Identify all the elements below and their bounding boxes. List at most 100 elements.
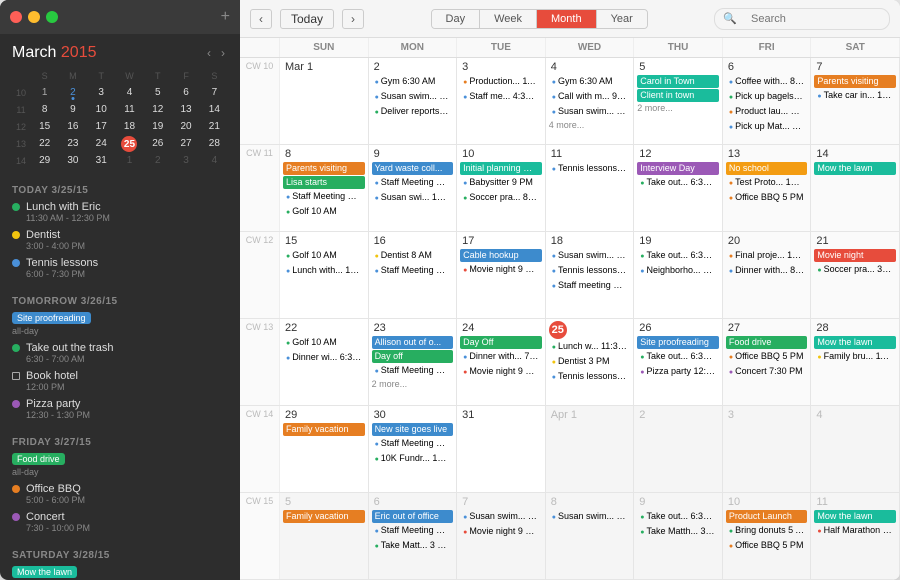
mini-day[interactable]: 31 xyxy=(88,153,115,169)
calendar-event[interactable]: Gym 6:30 AM xyxy=(372,75,454,89)
calendar-event[interactable]: Final proje... 12 PM xyxy=(726,249,808,263)
calendar-event[interactable]: Carol in Town xyxy=(637,75,719,88)
calendar-day[interactable]: 4Gym 6:30 AMCall with m... 9 AMSusan swi… xyxy=(546,58,635,144)
calendar-day[interactable]: 10Product LaunchBring donuts 5 AMOffice … xyxy=(723,493,812,579)
calendar-event[interactable]: Lunch w... 11:30 AM xyxy=(549,340,631,354)
calendar-event[interactable]: Movie night 9 PM xyxy=(460,263,542,277)
list-item[interactable]: Concert 7:30 - 10:00 PM xyxy=(12,510,228,534)
mini-day[interactable]: 21 xyxy=(201,119,228,135)
calendar-day[interactable]: 12Interview DayTake out... 6:30 AM xyxy=(634,145,723,231)
mini-prev-button[interactable]: ‹ xyxy=(204,46,214,60)
calendar-day[interactable]: 10Initial planning meetingBabysitter 9 P… xyxy=(457,145,546,231)
calendar-event[interactable]: Pick up Mat... 8 AM xyxy=(726,120,808,134)
calendar-event[interactable]: Coffee with... 8 AM xyxy=(726,75,808,89)
mini-day[interactable]: 7 xyxy=(201,85,228,101)
calendar-event[interactable]: Gym 6:30 AM xyxy=(549,75,631,89)
list-item[interactable]: Tennis lessons 6:00 - 7:30 PM xyxy=(12,256,228,280)
calendar-event[interactable]: Pick up bagels 8 AM xyxy=(726,90,808,104)
mini-day[interactable]: 30 xyxy=(59,153,86,169)
mini-next-button[interactable]: › xyxy=(218,46,228,60)
calendar-day[interactable]: 6Eric out of officeStaff Meeting 9 AMTak… xyxy=(369,493,458,579)
calendar-event[interactable]: Pizza party 12:30 PM xyxy=(637,365,719,379)
calendar-event[interactable]: Movie night xyxy=(814,249,896,262)
mini-day[interactable]: 24 xyxy=(88,136,115,152)
calendar-event[interactable]: Day off xyxy=(372,350,454,363)
calendar-event[interactable]: Allison out of o... xyxy=(372,336,454,349)
mini-day[interactable]: 19 xyxy=(144,119,171,135)
calendar-event[interactable]: Susan swim... 9 AM xyxy=(460,510,542,524)
calendar-day[interactable]: 7Susan swim... 9 AMMovie night 9 PM xyxy=(457,493,546,579)
calendar-day[interactable]: 16Dentist 8 AMStaff Meeting 9 AM xyxy=(369,232,458,318)
calendar-event[interactable]: Day Off xyxy=(460,336,542,349)
calendar-event[interactable]: Staff Meeting 9 AM xyxy=(372,264,454,278)
calendar-day[interactable]: 3Production... 11 AMStaff me... 4:30 PM xyxy=(457,58,546,144)
list-item[interactable]: Take out the trash 6:30 - 7:00 AM xyxy=(12,341,228,365)
mini-day[interactable]: 13 xyxy=(172,102,199,118)
calendar-day[interactable]: 13No schoolTest Proto... 10 AMOffice BBQ… xyxy=(723,145,812,231)
mini-day[interactable]: 11 xyxy=(116,102,143,118)
calendar-day[interactable]: 27Food driveOffice BBQ 5 PMConcert 7:30 … xyxy=(723,319,812,405)
calendar-event[interactable]: Yard waste coll... xyxy=(372,162,454,175)
calendar-day[interactable]: 2 xyxy=(634,406,723,492)
calendar-event[interactable]: Lisa starts xyxy=(283,176,365,189)
add-event-button[interactable]: + xyxy=(221,8,230,26)
calendar-event[interactable]: Soccer pra... 3 PM xyxy=(814,263,896,277)
mini-day[interactable]: 1 xyxy=(31,85,58,101)
calendar-day[interactable]: 19Take out... 6:30 AMNeighborho... 1 PM xyxy=(634,232,723,318)
calendar-day[interactable]: 22Golf 10 AMDinner wi... 6:30 PM xyxy=(280,319,369,405)
calendar-event[interactable]: Tennis lessons 9 PM xyxy=(549,264,631,278)
calendar-event[interactable]: Lunch with... 1 PM xyxy=(283,264,365,278)
calendar-event[interactable]: Take Matth... 3 PM xyxy=(637,525,719,539)
tab-year[interactable]: Year xyxy=(597,10,647,28)
calendar-event[interactable]: Movie night 9 PM xyxy=(460,525,542,539)
mini-day[interactable]: 9 xyxy=(59,102,86,118)
maximize-button[interactable] xyxy=(46,11,58,23)
mini-day[interactable]: 1 xyxy=(116,153,143,169)
mini-day[interactable]: 15 xyxy=(31,119,58,135)
calendar-event[interactable]: Take out... 6:30 AM xyxy=(637,510,719,524)
calendar-event[interactable]: Product lau... 6:30 AM xyxy=(726,105,808,119)
calendar-day[interactable]: 9Yard waste coll...Staff Meeting 9 AMSus… xyxy=(369,145,458,231)
calendar-event[interactable]: Family bru... 11 AM xyxy=(814,350,896,364)
mini-day[interactable]: 2 xyxy=(144,153,171,169)
calendar-day[interactable]: 28Mow the lawnFamily bru... 11 AM xyxy=(811,319,900,405)
calendar-event[interactable]: Staff me... 4:30 PM xyxy=(460,90,542,104)
calendar-event[interactable]: Golf 10 AM xyxy=(283,336,365,350)
calendar-event[interactable]: Staff meeting 1 PM xyxy=(549,279,631,293)
more-events-link[interactable]: 2 more... xyxy=(372,379,454,389)
calendar-day[interactable]: 17Cable hookupMovie night 9 PM xyxy=(457,232,546,318)
today-button[interactable]: Today xyxy=(280,9,334,29)
mini-day[interactable]: 22 xyxy=(31,136,58,152)
calendar-event[interactable]: Susan swim... 8 AM xyxy=(549,249,631,263)
calendar-event[interactable]: Staff Meeting 9 AM xyxy=(372,176,454,190)
calendar-event[interactable]: Babysitter 9 PM xyxy=(460,176,542,190)
calendar-day[interactable]: 4 xyxy=(811,406,900,492)
calendar-event[interactable]: Call with m... 9 AM xyxy=(549,90,631,104)
mini-day[interactable]: 26 xyxy=(144,136,171,152)
list-item[interactable]: Pizza party 12:30 - 1:30 PM xyxy=(12,397,228,421)
calendar-event[interactable]: Take out... 6:30 AM xyxy=(637,249,719,263)
calendar-event[interactable]: Production... 11 AM xyxy=(460,75,542,89)
calendar-event[interactable]: Deliver reports 9 AM xyxy=(372,105,454,119)
mini-day[interactable]: 2 xyxy=(59,85,86,101)
next-button[interactable]: › xyxy=(342,9,364,29)
calendar-day[interactable]: 3 xyxy=(723,406,812,492)
calendar-event[interactable]: Office BBQ 5 PM xyxy=(726,539,808,553)
calendar-event[interactable]: Tennis lessons 6 PM xyxy=(549,162,631,176)
calendar-event[interactable]: Take out... 6:30 AM xyxy=(637,176,719,190)
calendar-day[interactable]: 9Take out... 6:30 AMTake Matth... 3 PM xyxy=(634,493,723,579)
close-button[interactable] xyxy=(10,11,22,23)
calendar-event[interactable]: Take Matt... 3 PM xyxy=(372,539,454,553)
calendar-day[interactable]: 26Site proofreadingTake out... 6:30 AMPi… xyxy=(634,319,723,405)
calendar-event[interactable]: New site goes live xyxy=(372,423,454,436)
calendar-day[interactable]: 20Final proje... 12 PMDinner with... 8 P… xyxy=(723,232,812,318)
prev-button[interactable]: ‹ xyxy=(250,9,272,29)
calendar-event[interactable]: Family vacation xyxy=(283,510,365,523)
calendar-day[interactable]: Apr 1 xyxy=(546,406,635,492)
tab-month[interactable]: Month xyxy=(537,10,597,28)
list-item[interactable]: Office BBQ 5:00 - 6:00 PM xyxy=(12,482,228,506)
list-item[interactable]: Lunch with Eric 11:30 AM - 12:30 PM xyxy=(12,200,228,224)
tab-week[interactable]: Week xyxy=(480,10,537,28)
calendar-event[interactable]: Susan swim... 9 AM xyxy=(372,90,454,104)
minimize-button[interactable] xyxy=(28,11,40,23)
